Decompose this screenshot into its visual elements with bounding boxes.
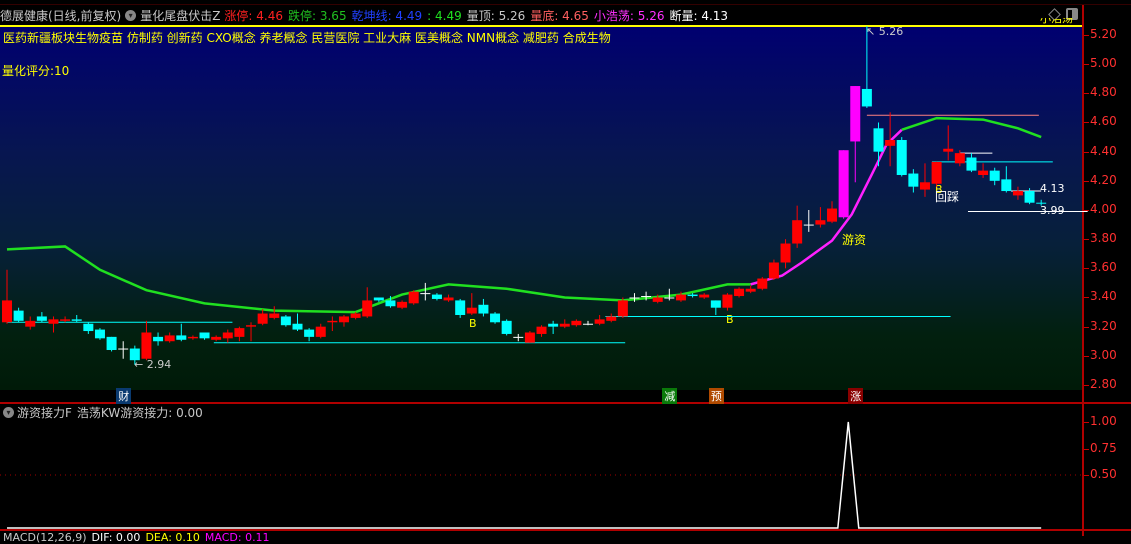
- candle-body: [792, 220, 803, 244]
- candle-body: [362, 300, 373, 317]
- candle-body: [954, 153, 965, 164]
- candle-body: [292, 323, 303, 330]
- candle-body: [420, 293, 431, 295]
- candle-body: [768, 262, 779, 279]
- candle-body: [2, 300, 12, 323]
- candle-body: [896, 139, 907, 175]
- candle-body: [571, 320, 582, 326]
- candle-body: [548, 323, 559, 327]
- candle-body: [606, 316, 617, 321]
- candle-body: [513, 336, 524, 338]
- candle-body: [234, 328, 245, 337]
- candle-body: [757, 278, 768, 289]
- candle-body: [617, 300, 628, 317]
- candle-body: [1024, 191, 1035, 203]
- candle-body: [559, 323, 570, 327]
- candle-body: [129, 348, 140, 361]
- candle-body: [861, 88, 872, 107]
- candle-body: [199, 332, 210, 339]
- candle-body: [106, 336, 117, 350]
- candle-body: [1012, 191, 1023, 196]
- candle-body: [431, 294, 442, 299]
- candle-body: [71, 319, 82, 321]
- candle-body: [455, 300, 466, 315]
- candle-body: [664, 297, 675, 299]
- candle-body: [13, 310, 24, 321]
- candle-body: [710, 300, 721, 308]
- candle-body: [60, 319, 71, 321]
- chart-svg: [0, 26, 1088, 529]
- candle-body: [211, 336, 222, 340]
- candle-body: [827, 208, 838, 222]
- candle-body: [280, 316, 291, 326]
- candle-body: [850, 86, 861, 142]
- candle-body: [629, 297, 640, 299]
- candle-body: [687, 294, 698, 297]
- candle-body: [885, 139, 896, 146]
- candle-body: [815, 220, 826, 225]
- candle-body: [745, 288, 756, 292]
- candle-body: [803, 224, 814, 226]
- candle-body: [83, 323, 94, 332]
- candle-body: [594, 319, 605, 324]
- candle-body: [118, 348, 129, 350]
- candle-body: [246, 325, 257, 327]
- candle-body: [931, 161, 942, 184]
- candle-body: [466, 307, 477, 314]
- candle-body: [176, 335, 187, 340]
- candle-body: [350, 313, 361, 318]
- candle-body: [257, 313, 268, 324]
- candle-body: [490, 313, 501, 323]
- candle-body: [652, 297, 663, 302]
- ma-long-line: [901, 116, 1042, 139]
- candle-body: [501, 320, 512, 334]
- candle-body: [153, 336, 164, 342]
- candle-body: [338, 316, 349, 323]
- candle-body: [978, 170, 989, 175]
- candle-body: [478, 304, 489, 314]
- candle-body: [269, 313, 280, 318]
- candle-body: [141, 332, 152, 359]
- candle-body: [385, 300, 396, 307]
- ma-long-line: [6, 245, 751, 314]
- candle-body: [908, 173, 919, 187]
- ma-short-line: [750, 128, 903, 286]
- candle-body: [780, 243, 791, 263]
- candle-body: [36, 316, 47, 321]
- candle-body: [989, 170, 1000, 181]
- candle-body: [919, 182, 930, 190]
- candle-body: [397, 301, 408, 308]
- candle-body: [327, 320, 338, 323]
- candle-body: [873, 128, 884, 152]
- candle-body: [943, 148, 954, 152]
- candle-body: [524, 332, 535, 343]
- candle-body: [408, 291, 419, 304]
- candle-body: [304, 329, 315, 337]
- candle-body: [675, 294, 686, 301]
- candle-body: [94, 329, 105, 339]
- candle-body: [734, 288, 745, 297]
- candle-body: [443, 297, 454, 301]
- candle-body: [315, 326, 326, 337]
- candle-body: [25, 320, 36, 327]
- candle-body: [699, 294, 710, 298]
- candle-body: [187, 336, 198, 339]
- candle-body: [722, 294, 733, 308]
- candle-body: [1036, 202, 1047, 204]
- candle-body: [838, 150, 849, 218]
- candle-body: [966, 157, 977, 171]
- candle-body: [1001, 179, 1012, 192]
- candle-body: [222, 332, 233, 339]
- relay-signal-line: [7, 421, 1042, 529]
- candle-body: [373, 297, 384, 301]
- candle-body: [641, 296, 652, 298]
- candle-body: [583, 323, 593, 325]
- candle-body: [48, 319, 59, 324]
- candle-body: [164, 335, 175, 342]
- candle-body: [536, 326, 547, 334]
